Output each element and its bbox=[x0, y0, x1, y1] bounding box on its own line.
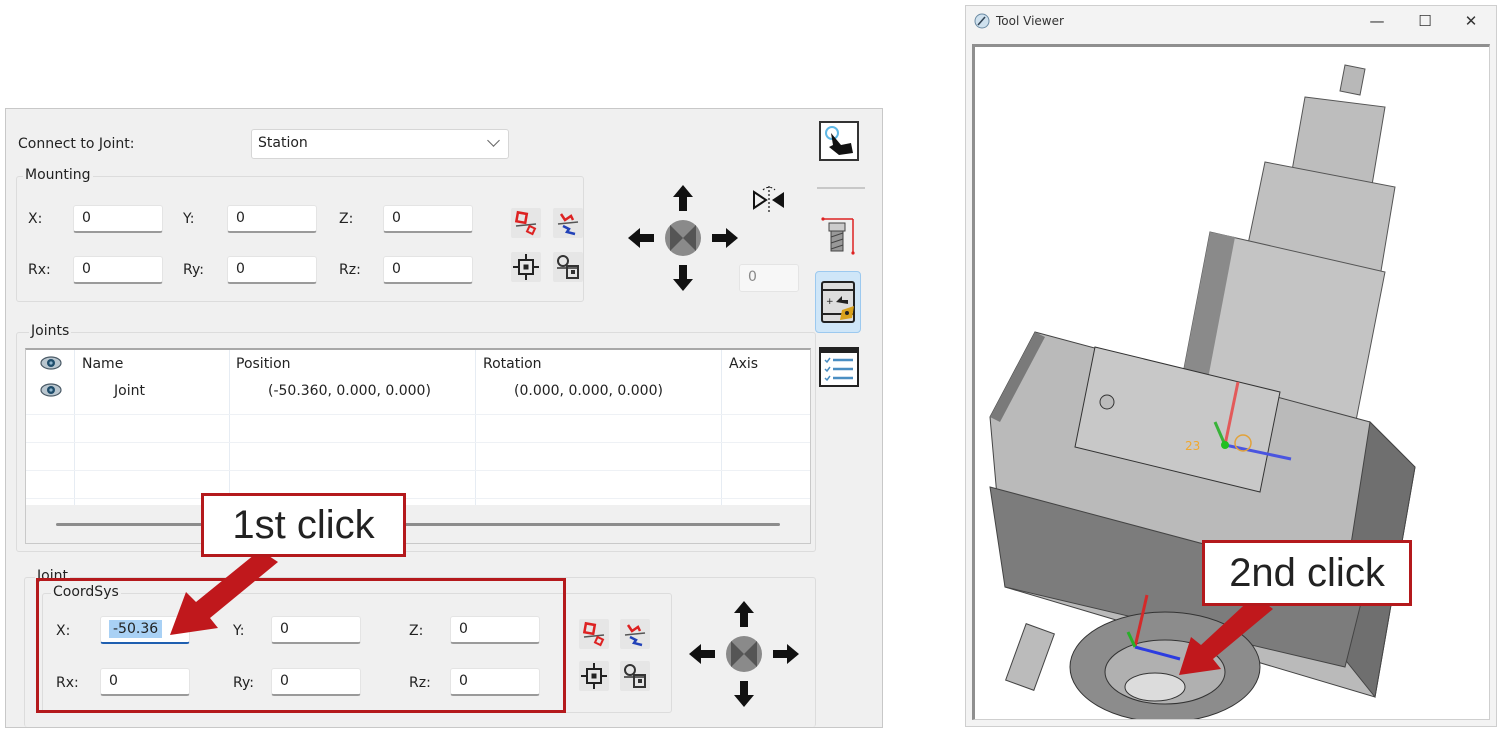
first-click-arrow-icon bbox=[170, 550, 278, 635]
center-target-icon bbox=[581, 663, 607, 689]
right-toolbar: + bbox=[809, 109, 869, 727]
joint-direction-pad[interactable] bbox=[689, 601, 799, 707]
horizontal-scrollbar[interactable] bbox=[26, 505, 810, 543]
mount-z-value: 0 bbox=[392, 210, 401, 226]
csys-label: 23 bbox=[1185, 439, 1200, 453]
mirror-button[interactable] bbox=[511, 208, 541, 238]
align-button[interactable] bbox=[553, 252, 583, 282]
column-rotation[interactable]: Rotation bbox=[483, 356, 542, 372]
joints-title: Joints bbox=[29, 323, 72, 339]
connect-to-joint-dropdown[interactable]: Station bbox=[251, 129, 509, 159]
joint-flip-button[interactable] bbox=[620, 619, 650, 649]
mount-y-input[interactable]: 0 bbox=[227, 205, 317, 233]
mount-x-input[interactable]: 0 bbox=[73, 205, 163, 233]
table-row-empty bbox=[26, 442, 810, 471]
table-row-empty bbox=[26, 414, 810, 443]
mount-y-label: Y: bbox=[183, 211, 195, 227]
flip-button[interactable] bbox=[553, 208, 583, 238]
table-header: Name Position Rotation Axis bbox=[26, 350, 810, 378]
toolbar-divider bbox=[817, 187, 865, 189]
center-button[interactable] bbox=[511, 252, 541, 282]
joint-center-button[interactable] bbox=[579, 661, 609, 691]
column-position[interactable]: Position bbox=[236, 356, 291, 372]
maximize-button[interactable]: ☐ bbox=[1410, 10, 1440, 32]
svg-text:+: + bbox=[826, 297, 834, 307]
touch-select-button[interactable] bbox=[817, 119, 861, 163]
second-click-callout: 2nd click bbox=[1202, 540, 1412, 606]
touch-select-icon bbox=[819, 121, 859, 161]
joint-position-cell: (-50.360, 0.000, 0.000) bbox=[268, 383, 431, 399]
checklist-icon bbox=[819, 347, 859, 387]
tool-viewer-app-icon bbox=[974, 13, 990, 29]
table-row[interactable]: Joint (-50.360, 0.000, 0.000) (0.000, 0.… bbox=[26, 378, 810, 415]
mirror-red-icon bbox=[582, 621, 605, 647]
second-click-arrow-icon bbox=[1179, 595, 1273, 675]
mirror-view-button[interactable] bbox=[751, 184, 787, 216]
mount-rz-label: Rz: bbox=[339, 262, 361, 278]
chevron-down-icon bbox=[487, 134, 500, 147]
mirror-triangles-icon bbox=[753, 186, 784, 214]
table-row-empty bbox=[26, 470, 810, 499]
mount-y-value: 0 bbox=[236, 210, 245, 226]
mount-z-label: Z: bbox=[339, 211, 354, 227]
direction-arrows-icon bbox=[628, 185, 738, 291]
flip-red-blue-icon bbox=[624, 624, 646, 647]
direction-arrows-icon bbox=[689, 601, 799, 707]
mount-rx-label: Rx: bbox=[28, 262, 51, 278]
visibility-eye-icon[interactable] bbox=[40, 382, 62, 398]
angle-value: 0 bbox=[748, 269, 757, 285]
tool-length-button[interactable] bbox=[817, 213, 861, 257]
align-circle-icon bbox=[624, 664, 646, 688]
angle-input[interactable]: 0 bbox=[739, 264, 799, 292]
center-target-icon bbox=[513, 254, 539, 280]
coordsys-highlight-box bbox=[36, 578, 566, 713]
window-title: Tool Viewer bbox=[996, 14, 1064, 28]
checklist-button[interactable] bbox=[817, 345, 861, 389]
mount-ry-label: Ry: bbox=[183, 262, 204, 278]
mount-ry-input[interactable]: 0 bbox=[227, 256, 317, 284]
tool-length-icon bbox=[821, 217, 855, 255]
mount-rz-input[interactable]: 0 bbox=[383, 256, 473, 284]
connect-to-joint-label: Connect to Joint: bbox=[18, 136, 135, 152]
joint-rotation-cell: (0.000, 0.000, 0.000) bbox=[514, 383, 663, 399]
joint-align-button[interactable] bbox=[620, 661, 650, 691]
joint-mirror-button[interactable] bbox=[579, 619, 609, 649]
mounting-group: Mounting X: 0 Y: 0 Z: 0 Rx: 0 Ry: 0 Rz: … bbox=[16, 167, 584, 302]
first-click-callout: 1st click bbox=[201, 493, 406, 557]
mounting-title: Mounting bbox=[23, 167, 93, 183]
close-button[interactable]: ✕ bbox=[1456, 10, 1486, 32]
minimize-button[interactable]: — bbox=[1362, 10, 1392, 32]
mirror-red-icon bbox=[514, 210, 537, 236]
joints-table: Name Position Rotation Axis Joint (-50.3… bbox=[25, 348, 811, 544]
column-axis[interactable]: Axis bbox=[729, 356, 758, 372]
mount-rz-value: 0 bbox=[392, 261, 401, 277]
connect-to-joint-value: Station bbox=[258, 135, 308, 151]
column-name[interactable]: Name bbox=[82, 356, 123, 372]
mounting-direction-pad[interactable] bbox=[628, 185, 738, 291]
flip-red-blue-icon bbox=[557, 213, 579, 236]
scrollbar-thumb[interactable] bbox=[56, 523, 780, 526]
mount-ry-value: 0 bbox=[236, 261, 245, 277]
tool-holder-button[interactable]: + bbox=[815, 271, 861, 333]
visibility-eye-icon[interactable] bbox=[40, 355, 62, 371]
mount-rx-value: 0 bbox=[82, 261, 91, 277]
mount-z-input[interactable]: 0 bbox=[383, 205, 473, 233]
align-circle-icon bbox=[557, 255, 579, 279]
joint-name-cell: Joint bbox=[114, 383, 145, 399]
tool-holder-icon: + bbox=[821, 281, 855, 323]
mount-rx-input[interactable]: 0 bbox=[73, 256, 163, 284]
mount-x-value: 0 bbox=[82, 210, 91, 226]
mount-x-label: X: bbox=[28, 211, 43, 227]
